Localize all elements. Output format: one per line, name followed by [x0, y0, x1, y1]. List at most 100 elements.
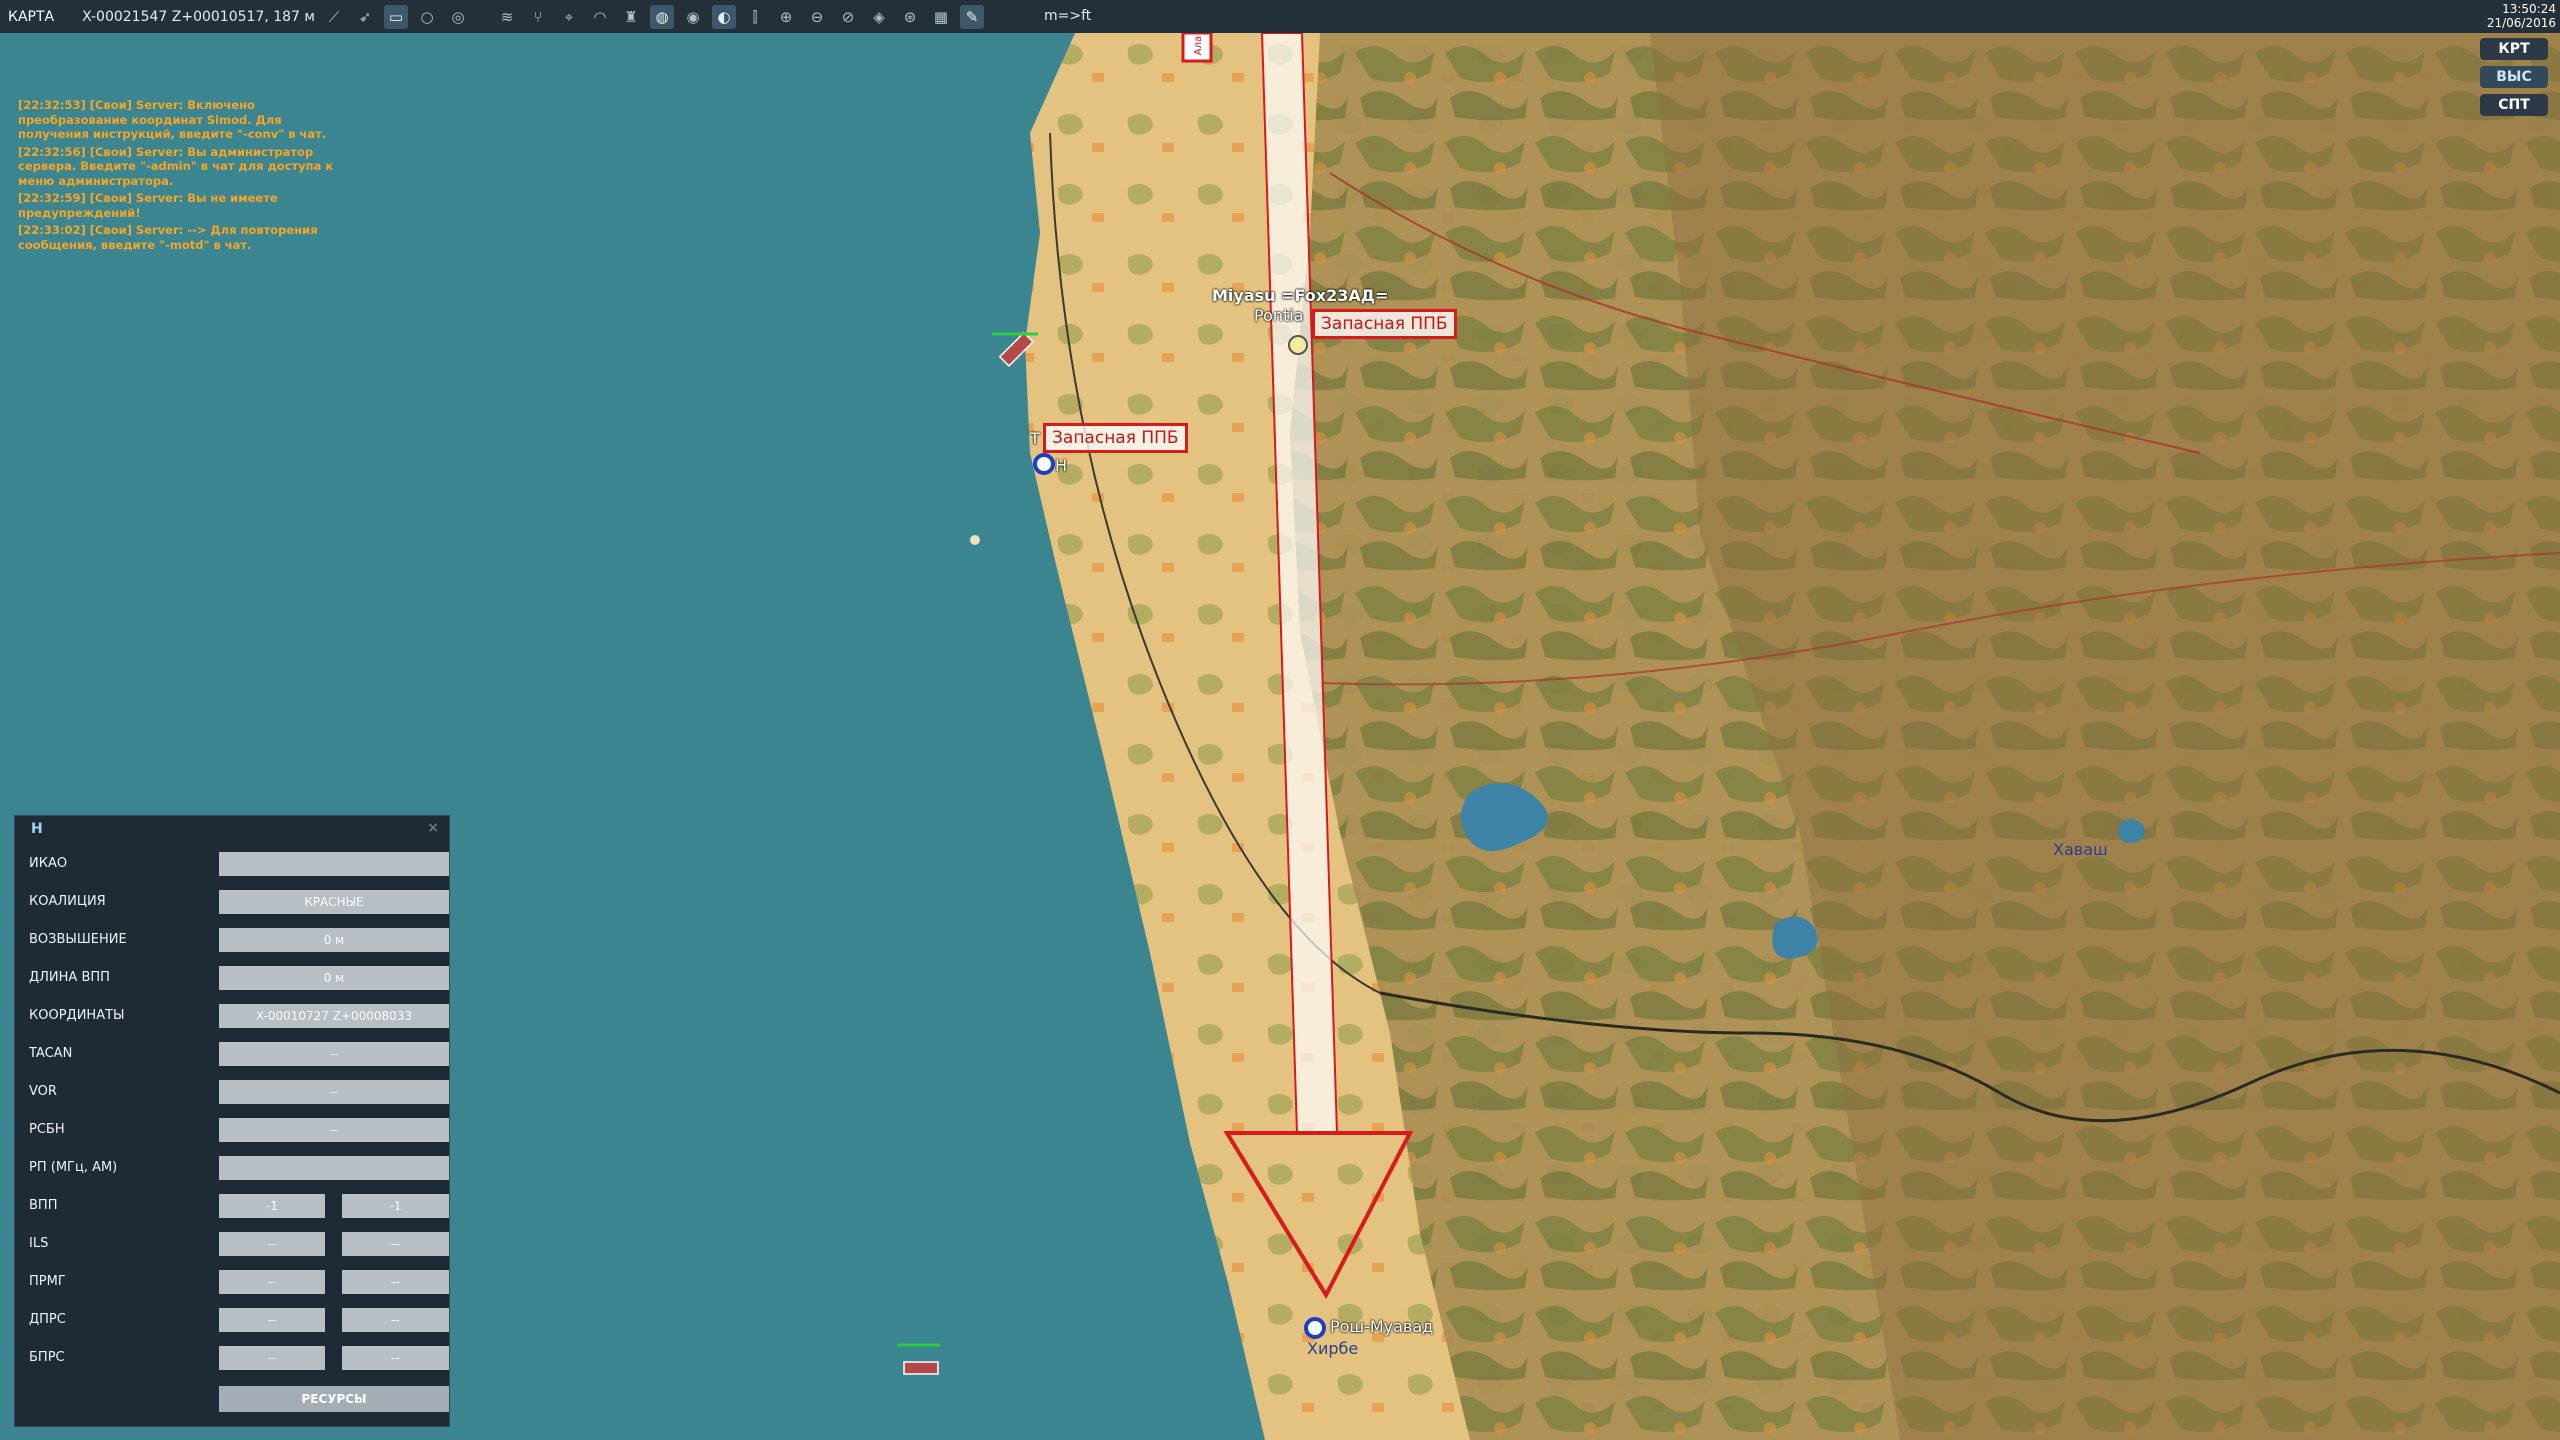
chat-message: [22:32:56] [Свои] Server: Вы администрат…: [18, 144, 334, 188]
info-label: TACAN: [29, 1046, 73, 1061]
buoy: [970, 535, 980, 545]
coordinates-field: X-00010727 Z+00008033: [219, 1004, 449, 1028]
ils-field-2: --: [342, 1232, 449, 1256]
ppb-label-2[interactable]: Запасная ППБ: [1043, 423, 1188, 453]
clock-time: 13:50:24: [2502, 2, 2556, 16]
tacan-field: --: [219, 1042, 449, 1066]
airfield-marker: [1033, 453, 1055, 475]
line-icon[interactable]: ⟋: [322, 5, 346, 29]
dprs-field-2: --: [342, 1308, 449, 1332]
prmg-field-2: --: [342, 1270, 449, 1294]
zoom-out-icon[interactable]: ⊖: [805, 5, 829, 29]
info-row-ils: ILS -- --: [29, 1232, 449, 1256]
icao-field: [219, 852, 449, 876]
map-title: КАРТА: [8, 8, 55, 25]
info-label: ДПРС: [29, 1312, 66, 1327]
airfield-info-panel: Н × ИКАО КОАЛИЦИЯ КРАСНЫЕ ВОЗВЫШЕНИЕ 0 м…: [14, 815, 450, 1427]
chat-message: [22:32:53] [Свои] Server: Включено преоб…: [18, 98, 327, 141]
clock: 13:50:24 21/06/2016: [2487, 2, 2556, 30]
compass-icon[interactable]: ◈: [867, 5, 891, 29]
route-icon[interactable]: ➶: [353, 5, 377, 29]
ppb-label-1[interactable]: Запасная ППБ: [1312, 309, 1457, 339]
info-label: РСБН: [29, 1122, 65, 1137]
tower-icon[interactable]: ♜: [619, 5, 643, 29]
panel-header: Н ×: [15, 816, 449, 842]
draw-icon[interactable]: ▭: [384, 4, 408, 29]
ship-south: [903, 1361, 939, 1375]
cursor-coordinates: X-00021547 Z+00010517, 187 м: [82, 8, 315, 25]
map-mode-button[interactable]: КРТ: [2480, 38, 2548, 60]
rosh-marker: [1304, 1317, 1326, 1339]
elevation-field: 0 м: [219, 928, 449, 952]
satellite-mode-button[interactable]: СПТ: [2480, 94, 2548, 116]
prmg-field-1: --: [219, 1270, 325, 1294]
info-label: РП (МГц, AM): [29, 1160, 118, 1175]
altitude-mode-button[interactable]: ВЫС: [2480, 66, 2548, 88]
radar-icon[interactable]: ◍: [650, 4, 674, 29]
info-row-coalition: КОАЛИЦИЯ КРАСНЫЕ: [29, 890, 449, 914]
runway-field-1: -1: [219, 1194, 325, 1218]
info-label: ВОЗВЫШЕНИЕ: [29, 932, 127, 947]
player-sublabel: Pontia: [1254, 306, 1304, 325]
network-icon[interactable]: ⑂: [526, 5, 550, 29]
ruler-icon[interactable]: ⫿: [743, 5, 767, 29]
town-havash-label: Хаваш: [2053, 840, 2108, 859]
grid-icon[interactable]: ▦: [929, 5, 953, 29]
target-icon[interactable]: ⌖: [557, 5, 581, 29]
player-label: Miyasu =Fox23АД=: [1212, 286, 1389, 305]
atc-frequency-field: [219, 1156, 449, 1180]
radar3-icon[interactable]: ◐: [712, 4, 736, 29]
radar2-icon[interactable]: ◉: [681, 5, 705, 29]
layers-icon[interactable]: ◎: [446, 5, 470, 29]
info-label: КООРДИНАТЫ: [29, 1008, 125, 1023]
resources-button[interactable]: РЕСУРСЫ: [219, 1386, 449, 1412]
info-row-tacan: TACAN --: [29, 1042, 449, 1066]
zoom-search-icon[interactable]: ⊘: [836, 5, 860, 29]
info-row-runway: ВПП -1 -1: [29, 1194, 449, 1218]
top-toolbar: КАРТА X-00021547 Z+00010517, 187 м ⟋ ➶ ▭…: [0, 0, 2560, 33]
info-row-vor: VOR --: [29, 1080, 449, 1104]
coalition-field: КРАСНЫЕ: [219, 890, 449, 914]
town-rosh-label: Рош-Муавад: [1330, 1317, 1434, 1336]
bprs-field-2: --: [342, 1346, 449, 1370]
globe-icon[interactable]: ⊛: [898, 5, 922, 29]
info-label: VOR: [29, 1084, 57, 1099]
info-label: ILS: [29, 1236, 49, 1251]
info-row-elevation: ВОЗВЫШЕНИЕ 0 м: [29, 928, 449, 952]
runway-field-2: -1: [342, 1194, 449, 1218]
zoom-in-icon[interactable]: ⊕: [774, 5, 798, 29]
waves-icon[interactable]: ≋: [495, 5, 519, 29]
units-toggle[interactable]: m=>ft: [1044, 8, 1091, 24]
info-row-atc: РП (МГц, AM): [29, 1156, 449, 1180]
player-marker: [1288, 335, 1308, 355]
airfield-h-label: Н: [1055, 456, 1068, 475]
runway-length-field: 0 м: [219, 966, 449, 990]
town-hirbe-label: Хирбе: [1307, 1339, 1359, 1358]
close-icon[interactable]: ×: [427, 820, 439, 836]
info-label: ДЛИНА ВПП: [29, 970, 110, 985]
info-label: ПРМГ: [29, 1274, 66, 1289]
wifi-icon[interactable]: ◠: [588, 5, 612, 29]
info-row-icao: ИКАО: [29, 852, 449, 876]
bprs-field-1: --: [219, 1346, 325, 1370]
pencil-icon[interactable]: ✎: [960, 4, 984, 29]
info-row-rsbn: РСБН --: [29, 1118, 449, 1142]
town-t-label: T: [1030, 429, 1040, 448]
panel-title: Н: [31, 821, 43, 837]
ils-field-1: --: [219, 1232, 325, 1256]
toolbar-icons: ⟋ ➶ ▭ ○ ◎ ≋ ⑂ ⌖ ◠ ♜ ◍ ◉ ◐ ⫿ ⊕ ⊖ ⊘ ◈ ⊛ ▦ …: [322, 4, 991, 29]
clock-date: 21/06/2016: [2486, 16, 2556, 30]
info-row-coordinates: КООРДИНАТЫ X-00010727 Z+00008033: [29, 1004, 449, 1028]
info-label: КОАЛИЦИЯ: [29, 894, 106, 909]
info-label: ВПП: [29, 1198, 58, 1213]
chat-message: [22:32:59] [Свои] Server: Вы не имеете п…: [18, 191, 278, 220]
info-row-runway-length: ДЛИНА ВПП 0 м: [29, 966, 449, 990]
info-row-prmg: ПРМГ -- --: [29, 1270, 449, 1294]
chat-log: [22:32:53] [Свои] Server: Включено преоб…: [18, 98, 338, 255]
rsbn-field: --: [219, 1118, 449, 1142]
chat-message: [22:33:02] [Свои] Server: --> Для повтор…: [18, 223, 318, 252]
vor-field: --: [219, 1080, 449, 1104]
circle-icon[interactable]: ○: [415, 5, 439, 29]
info-row-bprs: БПРС -- --: [29, 1346, 449, 1370]
top-tag-label: Ала: [1193, 35, 1205, 56]
